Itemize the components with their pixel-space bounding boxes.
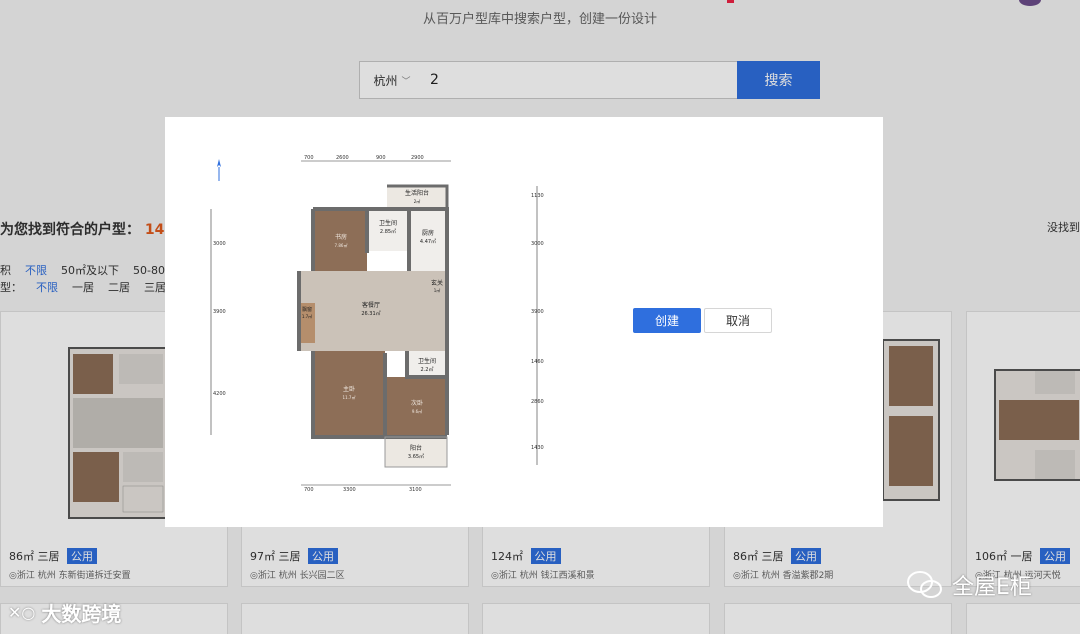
create-button[interactable]: 创建 (633, 308, 701, 333)
room-bay-area: 1.7㎡ (302, 313, 312, 319)
dim-right-0: 1130 (531, 193, 544, 199)
cancel-button[interactable]: 取消 (704, 308, 772, 333)
wechat-icon (907, 571, 942, 598)
room-wc1: 卫生间 (379, 219, 397, 227)
room-kitchen: 厨房 (422, 229, 434, 237)
dim-right-4: 2860 (531, 399, 544, 405)
room-entry-area: 1㎡ (434, 287, 441, 293)
create-design-dialog: 700 2600 900 2900 700 3300 3100 3000 390… (165, 117, 883, 527)
dim-top-2: 900 (376, 155, 386, 161)
room-bay: 飘窗 (302, 306, 312, 313)
watermark-right: 全屋E柜 (906, 569, 1032, 601)
room-top-balcony-area: 2㎡ (414, 198, 421, 204)
room-balcony: 阳台 (410, 444, 422, 452)
room-master: 主卧 (343, 385, 355, 393)
room-living: 客餐厅 (362, 301, 380, 309)
dim-right-5: 1430 (531, 445, 544, 451)
room-study-area: 7.86㎡ (335, 242, 348, 248)
room-master-area: 11.7㎡ (343, 394, 356, 400)
dim-bottom-1: 3300 (343, 487, 356, 493)
room-kitchen-area: 4.47㎡ (420, 238, 436, 245)
room-bedroom3-area: 9.6㎡ (412, 408, 422, 414)
watermark-left: ✕○ 大数跨境 (8, 598, 121, 627)
room-wc1-area: 2.85㎡ (380, 228, 396, 235)
room-wc2-area: 2.2㎡ (421, 366, 434, 373)
dim-right-3: 1460 (531, 359, 544, 365)
dim-left-0: 3000 (213, 241, 226, 247)
room-living-area: 26.31㎡ (361, 310, 380, 317)
north-arrow-icon (217, 159, 221, 167)
dim-top-3: 2900 (411, 155, 424, 161)
dim-top-0: 700 (304, 155, 314, 161)
dim-bottom-0: 700 (304, 487, 314, 493)
watermark-right-text: 全屋E柜 (952, 575, 1032, 600)
room-wc2: 卫生间 (418, 357, 436, 365)
dim-right-2: 3900 (531, 309, 544, 315)
room-entry: 玄关 (431, 279, 443, 287)
floorplan-preview: 700 2600 900 2900 700 3300 3100 3000 390… (210, 155, 544, 493)
room-top-balcony: 生活阳台 (405, 189, 429, 197)
room-study: 书房 (335, 233, 347, 241)
watermark-left-text: 大数跨境 (41, 602, 122, 626)
dim-left-2: 4200 (213, 391, 226, 397)
dim-bottom-2: 3100 (409, 487, 422, 493)
room-bedroom3: 次卧 (411, 399, 423, 407)
dim-top-1: 2600 (336, 155, 349, 161)
watermark-logo-icon: ✕○ (8, 603, 36, 622)
dim-left-1: 3900 (213, 309, 226, 315)
room-balcony-area: 3.65㎡ (408, 453, 424, 460)
dim-right-1: 3000 (531, 241, 544, 247)
